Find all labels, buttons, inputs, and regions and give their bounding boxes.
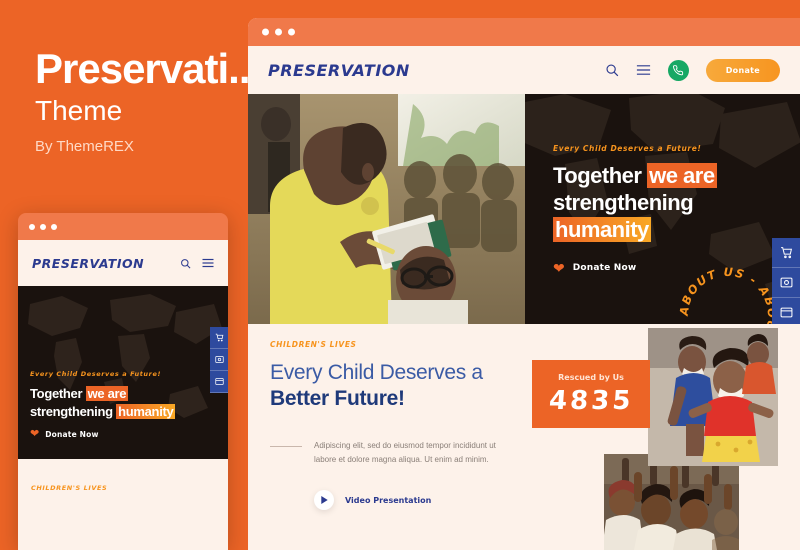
header-actions: Donate	[605, 58, 780, 82]
window-dot-close[interactable]	[262, 28, 269, 36]
svg-text:ABOUT US - ABOUT US -: ABOUT US - ABOUT US -	[677, 265, 780, 324]
window-dot-close[interactable]	[29, 223, 35, 230]
mobile-site-header: PRESERVATION	[18, 240, 228, 286]
stat-card-rescued: Rescued by Us 4835	[532, 360, 650, 428]
hamburger-menu-icon[interactable]	[202, 258, 214, 268]
lower-heading-line-2: Better Future!	[270, 387, 405, 411]
gallery-icon[interactable]	[210, 349, 228, 371]
hero-content: Every Child Deserves a Future! Together …	[525, 94, 800, 324]
play-icon	[314, 490, 334, 511]
video-presentation-button[interactable]: Video Presentation	[314, 490, 570, 511]
mobile-hero: Every Child Deserves a Future! Together …	[18, 286, 228, 459]
lower-eyebrow: CHILDREN'S LIVES	[31, 484, 108, 492]
hero-tagline: Every Child Deserves a Future!	[553, 144, 702, 153]
window-dots	[29, 223, 57, 230]
about-us-circular-badge[interactable]: ABOUT US - ABOUT US -	[674, 262, 782, 324]
lower-paragraph: Adipiscing elit, sed do eiusmod tempor i…	[314, 440, 496, 465]
search-icon[interactable]	[605, 63, 619, 77]
headline-highlight-1: we are	[647, 163, 717, 188]
lower-text-block: CHILDREN'S LIVES Every Child Deserves a …	[270, 340, 570, 511]
site-logo[interactable]: PRESERVATION	[32, 256, 144, 271]
hamburger-menu-icon[interactable]	[636, 64, 651, 76]
lower-paragraph-row: Adipiscing elit, sed do eiusmod tempor i…	[270, 439, 570, 469]
hero-headline: Together we are strengthening humanity	[553, 163, 717, 243]
window-icon[interactable]	[772, 298, 800, 324]
window-icon[interactable]	[210, 371, 228, 393]
headline-part-2: strengthening	[553, 189, 694, 215]
page-author: By ThemeREX	[35, 138, 134, 155]
headline-part-1: Together	[30, 386, 86, 401]
window-dot-maximize[interactable]	[51, 223, 57, 230]
circular-text: ABOUT US - ABOUT US -	[677, 265, 778, 324]
heart-icon: ❤	[553, 260, 565, 277]
video-presentation-label: Video Presentation	[345, 495, 432, 505]
site-header: PRESERVATION Donate	[248, 46, 800, 94]
headline-part-2: strengthening	[30, 403, 113, 419]
mobile-preview-window: PRESERVATION Every Child Deserves a Futu…	[18, 213, 228, 550]
hero-tagline: Every Child Deserves a Future!	[30, 370, 162, 378]
mobile-hero-text: Every Child Deserves a Future! Together …	[30, 370, 218, 440]
stat-label: Rescued by Us	[558, 372, 624, 382]
mobile-header-icons	[180, 258, 214, 269]
hero-donate-label: Donate Now	[572, 263, 637, 274]
hero-photo	[248, 94, 525, 324]
side-buttons	[772, 238, 800, 324]
hero-section: Every Child Deserves a Future! Together …	[248, 94, 800, 324]
window-dots	[262, 28, 295, 36]
hero-headline: Together we are strengthening humanity	[30, 385, 218, 420]
lower-eyebrow: CHILDREN'S LIVES	[270, 340, 357, 349]
mobile-titlebar	[18, 213, 228, 240]
mobile-lower-section: CHILDREN'S LIVES	[18, 459, 228, 550]
mobile-side-buttons	[210, 327, 228, 393]
browser-titlebar	[248, 18, 800, 46]
site-logo[interactable]: PRESERVATION	[268, 61, 410, 80]
photo-children-raising-hands	[604, 454, 739, 550]
cart-icon[interactable]	[210, 327, 228, 349]
headline-part-1: Together	[553, 163, 648, 188]
whatsapp-phone-icon[interactable]	[667, 59, 689, 81]
gallery-icon[interactable]	[772, 268, 800, 298]
page-title: Preservati..	[35, 45, 250, 92]
headline-highlight-2: humanity	[553, 216, 651, 242]
main-browser-window: PRESERVATION Donate Every Child Deserves…	[248, 18, 800, 550]
hero-donate-label: Donate Now	[45, 430, 99, 440]
photo-children-running	[648, 328, 778, 466]
divider-dash	[270, 445, 302, 447]
window-dot-minimize[interactable]	[40, 223, 46, 230]
stat-value: 4835	[547, 385, 635, 416]
headline-highlight-1: we are	[85, 386, 129, 401]
hero-donate-link[interactable]: ❤ Donate Now	[30, 429, 218, 440]
hero-text: Every Child Deserves a Future! Together …	[553, 144, 717, 275]
headline-highlight-2: humanity	[116, 403, 176, 419]
page-subtitle: Theme	[35, 95, 123, 126]
window-dot-minimize[interactable]	[275, 28, 282, 36]
search-icon[interactable]	[180, 258, 191, 269]
donate-button[interactable]: Donate	[705, 58, 780, 82]
cart-icon[interactable]	[772, 238, 800, 268]
window-dot-maximize[interactable]	[288, 28, 295, 36]
heart-icon: ❤	[30, 428, 40, 441]
lower-heading-line-1: Every Child Deserves a	[270, 361, 483, 384]
lower-section: CHILDREN'S LIVES Every Child Deserves a …	[248, 324, 800, 550]
